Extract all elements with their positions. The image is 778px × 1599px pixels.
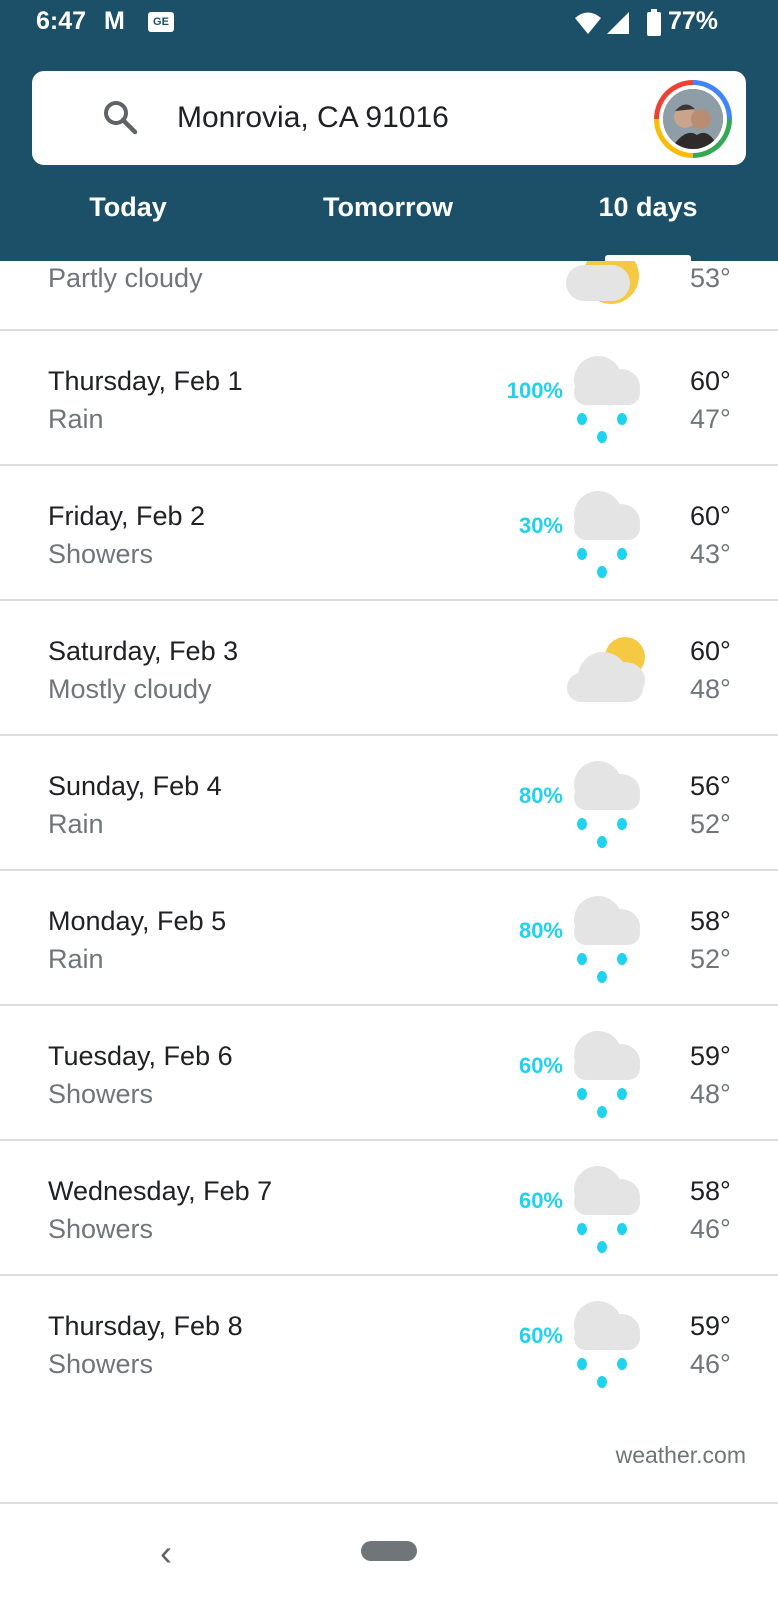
forecast-row[interactable]: Tuesday, Feb 6 Showers 60% 59° 48° <box>0 1006 778 1141</box>
forecast-row[interactable]: Friday, Feb 2 Showers 30% 60° 43° <box>0 466 778 601</box>
back-icon[interactable]: ‹ <box>160 1532 172 1574</box>
forecast-row[interactable]: Sunday, Feb 4 Rain 80% 56° 52° <box>0 736 778 871</box>
avatar-photo <box>663 89 723 149</box>
forecast-high: 59° <box>690 1041 731 1071</box>
forecast-row-partial[interactable]: Partly cloudy 53° <box>0 261 778 331</box>
search-icon[interactable] <box>102 99 138 135</box>
forecast-high: 56° <box>690 771 731 801</box>
forecast-condition: Rain <box>48 944 104 974</box>
forecast-day: Thursday, Feb 8 <box>48 1311 243 1341</box>
forecast-day: Monday, Feb 5 <box>48 906 227 936</box>
forecast-condition: Showers <box>48 539 154 569</box>
tab-10-days[interactable]: 10 days <box>538 192 758 223</box>
rain-icon <box>574 896 640 983</box>
forecast-day: Friday, Feb 2 <box>48 501 206 531</box>
rain-icon <box>574 761 640 848</box>
precip-chance: 30% <box>518 513 563 538</box>
app-header: 6:47 M GE 77% Monrovia, CA 91016 Today T… <box>0 0 778 261</box>
search-bar[interactable]: Monrovia, CA 91016 <box>32 71 746 165</box>
precip-chance: 60% <box>518 1188 563 1213</box>
wifi-icon <box>575 12 601 34</box>
forecast-row[interactable]: Thursday, Feb 1 Rain 100% 60° 47° <box>0 331 778 466</box>
forecast-row[interactable]: Monday, Feb 5 Rain 80% 58° 52° <box>0 871 778 1006</box>
forecast-high: 58° <box>690 1176 731 1206</box>
weather-source-link[interactable]: weather.com <box>616 1442 746 1469</box>
forecast-low: 48° <box>690 674 731 704</box>
forecast-low: 47° <box>690 404 731 434</box>
forecast-low: 46° <box>690 1349 731 1379</box>
battery-icon <box>647 9 661 36</box>
forecast-row[interactable]: Wednesday, Feb 7 Showers 60% 58° 46° <box>0 1141 778 1276</box>
forecast-day: Wednesday, Feb 7 <box>48 1176 273 1206</box>
signal-icon <box>607 12 629 34</box>
precip-chance: 60% <box>518 1323 563 1348</box>
rain-icon <box>574 1031 640 1118</box>
rain-icon <box>574 1166 640 1253</box>
forecast-low: 46° <box>690 1214 731 1244</box>
forecast-low: 48° <box>690 1079 731 1109</box>
forecast-low: 52° <box>690 944 731 974</box>
rain-icon <box>574 356 640 443</box>
precip-chance: 60% <box>518 1053 563 1078</box>
forecast-row[interactable]: Thursday, Feb 8 Showers 60% 59° 46° <box>0 1276 778 1411</box>
forecast-day: Thursday, Feb 1 <box>48 366 243 396</box>
forecast-high: 60° <box>690 636 731 666</box>
partly-cloudy-icon <box>566 261 639 304</box>
forecast-high: 60° <box>690 366 731 396</box>
rain-icon <box>574 1301 640 1388</box>
forecast-day: Tuesday, Feb 6 <box>48 1041 233 1071</box>
forecast-low: 43° <box>690 539 731 569</box>
forecast-day: Sunday, Feb 4 <box>48 771 222 801</box>
avatar-image <box>663 89 723 149</box>
search-location-text[interactable]: Monrovia, CA 91016 <box>177 101 449 135</box>
forecast-high: 59° <box>690 1311 731 1341</box>
forecast-row[interactable]: Saturday, Feb 3 Mostly cloudy 60° 48° <box>0 601 778 736</box>
precip-chance: 80% <box>518 783 563 808</box>
forecast-condition: Showers <box>48 1349 154 1379</box>
avatar[interactable] <box>654 80 732 158</box>
forecast-high: 58° <box>690 906 731 936</box>
tab-today[interactable]: Today <box>18 192 238 223</box>
rain-icon <box>574 491 640 578</box>
forecast-condition: Showers <box>48 1214 154 1244</box>
home-pill-icon[interactable] <box>361 1541 417 1561</box>
battery-percent: 77% <box>668 7 719 35</box>
nav-divider <box>0 1502 778 1504</box>
gmail-icon: M <box>104 7 125 35</box>
precip-chance: 80% <box>518 918 563 943</box>
forecast-low: 52° <box>690 809 731 839</box>
status-bar: 6:47 M GE 77% <box>0 0 778 50</box>
forecast-condition: Partly cloudy <box>48 263 203 293</box>
forecast-condition: Showers <box>48 1079 154 1109</box>
forecast-condition: Mostly cloudy <box>48 674 212 704</box>
forecast-day: Saturday, Feb 3 <box>48 636 239 666</box>
status-time: 6:47 <box>36 7 87 35</box>
forecast-condition: Rain <box>48 404 104 434</box>
avatar-frame <box>659 85 727 153</box>
forecast-low: 53° <box>690 263 731 293</box>
forecast-high: 60° <box>690 501 731 531</box>
forecast-condition: Rain <box>48 809 104 839</box>
mostly-cloudy-icon <box>567 637 645 702</box>
precip-chance: 100% <box>506 378 563 403</box>
tab-tomorrow[interactable]: Tomorrow <box>278 192 498 223</box>
ge-news-icon: GE <box>148 12 174 32</box>
